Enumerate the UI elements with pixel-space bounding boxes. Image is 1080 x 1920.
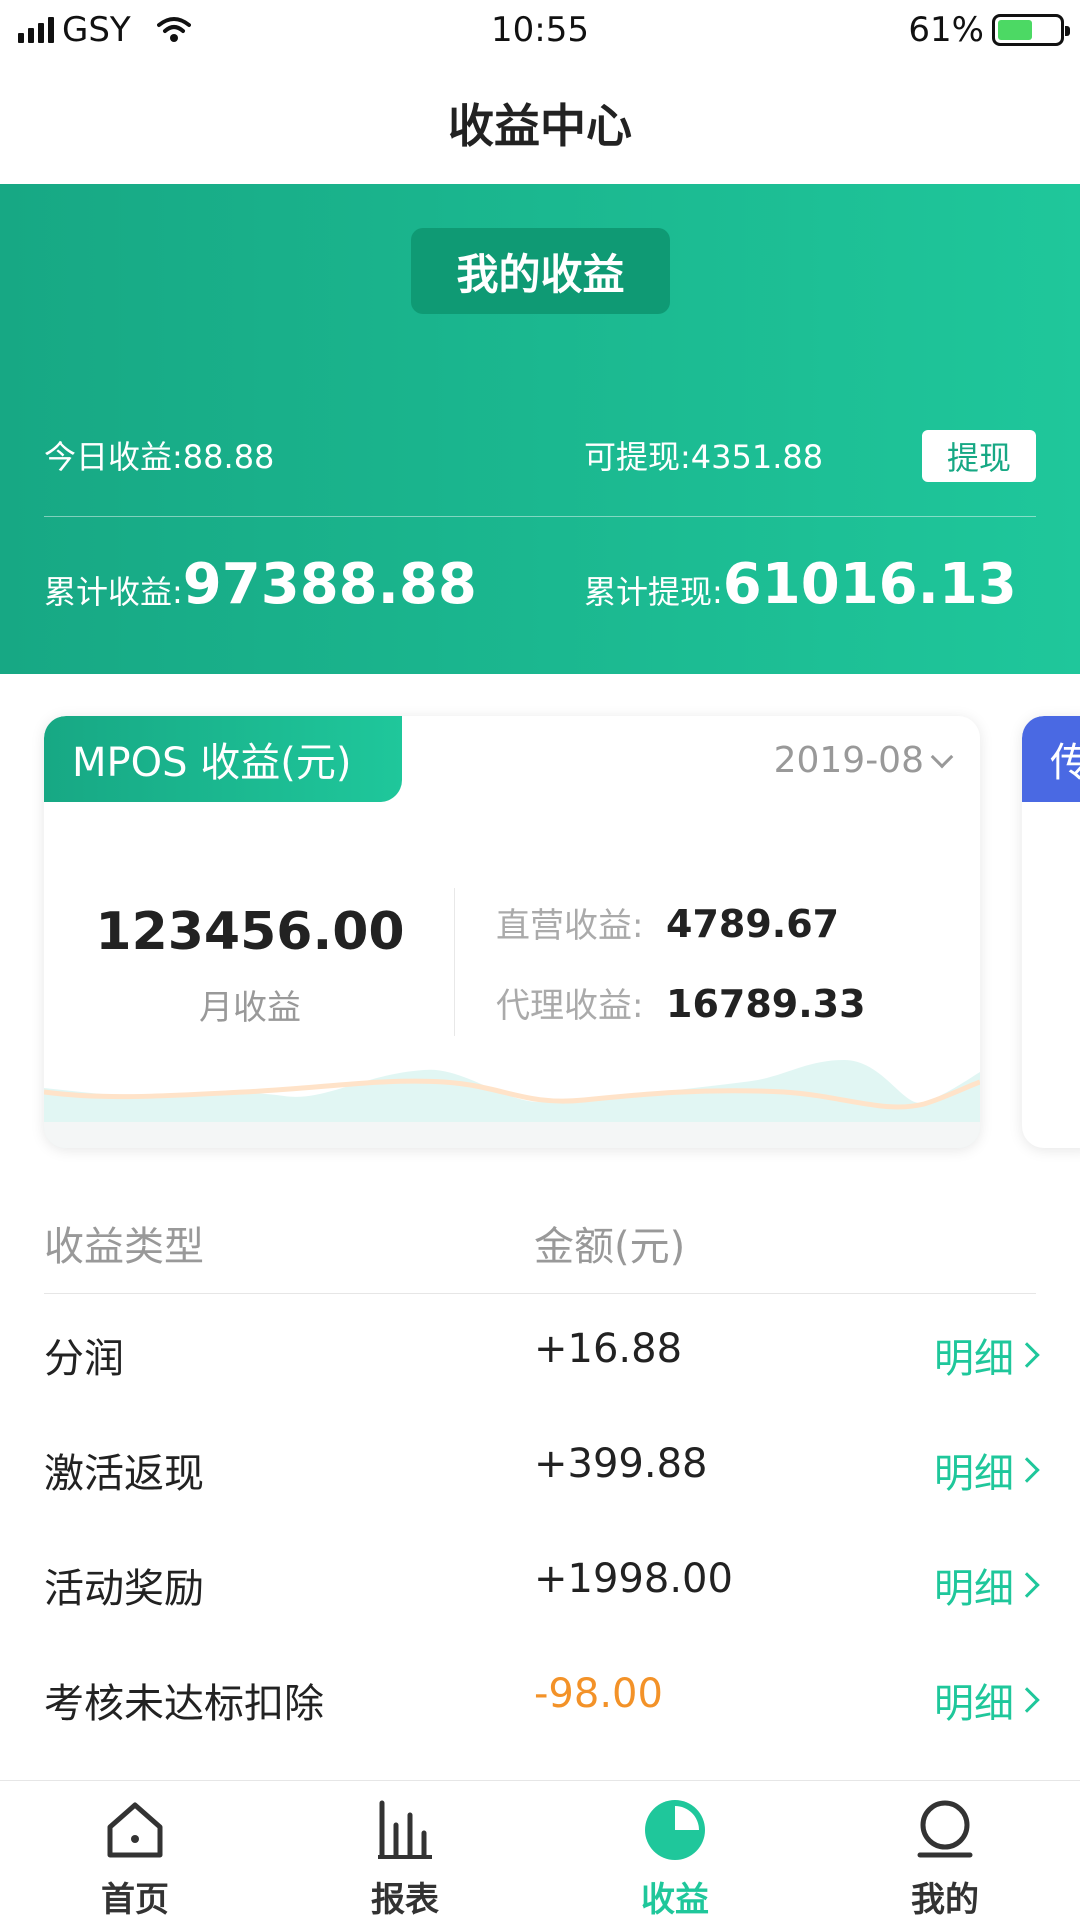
header-amount: 金额(元) <box>534 1224 686 1270</box>
detail-label: 明细 <box>934 1451 1014 1497</box>
table-row[interactable]: 考核未达标扣除 -98.00 明细 <box>44 1639 1040 1754</box>
income-summary-banner: 我的收益 今日收益: 88.88 可提现: 4351.88 提现 累计收益: 9… <box>0 184 1080 674</box>
detail-link[interactable]: 明细 <box>934 1671 1040 1729</box>
tab-mine[interactable]: 我的 <box>810 1795 1080 1920</box>
direct-income: 直营收益: 4789.67 <box>496 898 839 947</box>
row-type: 激活返现 <box>44 1451 204 1497</box>
next-income-card-peek[interactable]: 传 <box>1022 716 1080 1148</box>
detail-label: 明细 <box>934 1336 1014 1382</box>
tab-label: 报表 <box>371 1880 439 1920</box>
status-bar: GSY 10:55 61% <box>0 0 1080 62</box>
chevron-right-icon <box>1014 1457 1040 1483</box>
summary-row-today: 今日收益: 88.88 可提现: 4351.88 提现 <box>44 430 1036 482</box>
tab-reports[interactable]: 报表 <box>270 1795 540 1920</box>
detail-label: 明细 <box>934 1681 1014 1727</box>
agent-income-value: 16789.33 <box>666 982 866 1026</box>
detail-link[interactable]: 明细 <box>934 1556 1040 1614</box>
total-income-value: 97388.88 <box>182 551 477 617</box>
battery-icon <box>992 14 1070 46</box>
income-type-table: 收益类型 金额(元) 分润 +16.88 明细 激活返现 +399.88 明细 … <box>44 1198 1040 1754</box>
summary-row-totals: 累计收益: 97388.88 累计提现: 61016.13 <box>44 549 1036 619</box>
row-amount: -98.00 <box>534 1671 663 1717</box>
direct-income-label: 直营收益: <box>496 906 644 946</box>
card-divider <box>454 888 455 1036</box>
total-income: 累计收益: 97388.88 <box>44 552 477 617</box>
battery-percent: 61% <box>908 10 984 50</box>
row-amount: +16.88 <box>534 1326 683 1372</box>
monthly-income-label: 月收益 <box>199 988 301 1028</box>
agent-income-label: 代理收益: <box>496 986 644 1026</box>
header-income-type: 收益类型 <box>44 1224 204 1270</box>
agent-income: 代理收益: 16789.33 <box>496 978 866 1027</box>
total-income-label: 累计收益: <box>44 572 183 611</box>
next-card-title: 传 <box>1022 716 1080 802</box>
home-icon <box>100 1795 170 1864</box>
battery-fill <box>998 20 1033 40</box>
withdrawable-value: 4351.88 <box>690 438 824 476</box>
banner-divider <box>44 516 1036 517</box>
row-amount: +399.88 <box>534 1441 708 1487</box>
tab-label: 收益 <box>641 1880 709 1920</box>
withdrawable-label: 可提现: <box>584 438 691 476</box>
withdraw-button[interactable]: 提现 <box>922 430 1036 482</box>
tab-income[interactable]: 收益 <box>540 1795 810 1920</box>
today-income-value: 88.88 <box>182 438 275 476</box>
detail-link[interactable]: 明细 <box>934 1326 1040 1384</box>
income-center-screen: GSY 10:55 61% 收益中心 我的收益 今日收益: 88.88 可提现:… <box>0 0 1080 1920</box>
card-title: MPOS 收益(元) <box>44 716 402 802</box>
my-income-tab[interactable]: 我的收益 <box>411 228 670 314</box>
tab-home[interactable]: 首页 <box>0 1795 270 1920</box>
table-row[interactable]: 分润 +16.88 明细 <box>44 1294 1040 1409</box>
row-type: 分润 <box>44 1336 124 1382</box>
bottom-tab-bar: 首页 报表 收益 我的 <box>0 1780 1080 1920</box>
detail-link[interactable]: 明细 <box>934 1441 1040 1499</box>
tab-label: 首页 <box>101 1880 169 1920</box>
table-row[interactable]: 激活返现 +399.88 明细 <box>44 1409 1040 1524</box>
row-type: 考核未达标扣除 <box>44 1681 324 1727</box>
table-row[interactable]: 活动奖励 +1998.00 明细 <box>44 1524 1040 1639</box>
tab-label: 我的 <box>911 1880 979 1920</box>
total-withdrawn-value: 61016.13 <box>722 551 1017 617</box>
today-income: 今日收益: 88.88 <box>44 432 274 478</box>
withdrawable: 可提现: 4351.88 <box>584 432 823 478</box>
table-header: 收益类型 金额(元) <box>44 1198 1036 1294</box>
pie-chart-icon <box>640 1795 710 1864</box>
detail-label: 明细 <box>934 1566 1014 1612</box>
row-type: 活动奖励 <box>44 1566 204 1612</box>
trend-wave-decoration <box>44 1060 980 1148</box>
status-right: 61% <box>908 10 1070 50</box>
chevron-right-icon <box>1014 1572 1040 1598</box>
user-icon <box>910 1795 980 1864</box>
total-withdrawn: 累计提现: 61016.13 <box>584 552 1017 617</box>
direct-income-value: 4789.67 <box>666 902 840 946</box>
monthly-income-value: 123456.00 <box>95 902 405 962</box>
chevron-right-icon <box>1014 1342 1040 1368</box>
bar-chart-icon <box>370 1795 440 1864</box>
row-amount: +1998.00 <box>534 1556 733 1602</box>
page-title: 收益中心 <box>448 99 632 153</box>
month-picker-value: 2019-08 <box>773 740 924 781</box>
chevron-right-icon <box>1014 1687 1040 1713</box>
month-picker[interactable]: 2019-08 <box>773 740 954 781</box>
total-withdrawn-label: 累计提现: <box>584 572 723 611</box>
chevron-down-icon <box>930 745 954 768</box>
mpos-income-card[interactable]: MPOS 收益(元) 2019-08 123456.00 月收益 直营收益: 4… <box>44 716 980 1148</box>
today-income-label: 今日收益: <box>44 438 183 476</box>
